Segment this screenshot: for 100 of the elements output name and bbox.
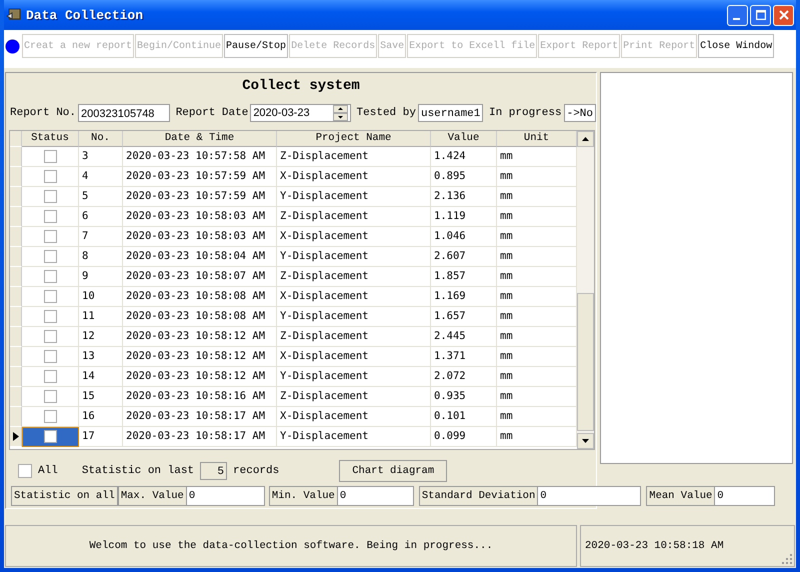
- maximize-button[interactable]: [750, 4, 771, 26]
- scrollbar[interactable]: [577, 131, 594, 449]
- table-cell: 17: [79, 427, 123, 447]
- chart-button[interactable]: Chart diagram: [339, 460, 448, 482]
- checkbox[interactable]: [44, 250, 56, 263]
- row-pointer-icon: [12, 432, 18, 441]
- table-cell: 2020-03-23 10:58:08 AM: [123, 307, 277, 327]
- table-cell: 2020-03-23 10:57:59 AM: [123, 187, 277, 207]
- table-cell: X-Displacement: [277, 287, 431, 307]
- maximize-icon: [756, 10, 766, 20]
- table-cell: 10: [79, 287, 123, 307]
- progress-field[interactable]: ->No: [564, 104, 596, 122]
- column-header[interactable]: Date & Time: [123, 131, 277, 147]
- stat-value-field[interactable]: 0: [538, 486, 642, 506]
- stat-label: Mean Value: [646, 486, 716, 506]
- checkbox[interactable]: [44, 150, 56, 163]
- stat-label: Min. Value: [268, 486, 338, 506]
- column-header[interactable]: No.: [79, 131, 123, 147]
- table-cell: 5: [79, 187, 123, 207]
- checkbox[interactable]: [44, 390, 56, 403]
- table-cell: X-Displacement: [277, 227, 431, 247]
- table-cell: 2020-03-23 10:58:12 AM: [123, 347, 277, 367]
- table-cell: 6: [79, 207, 123, 227]
- table-cell: Z-Displacement: [277, 387, 431, 407]
- scroll-down-button[interactable]: [577, 433, 594, 449]
- table-cell: 2020-03-23 10:58:17 AM: [123, 427, 277, 447]
- checkbox[interactable]: [44, 350, 56, 363]
- table-cell: 0.935: [431, 387, 497, 407]
- count-field[interactable]: 5: [200, 462, 228, 480]
- table-cell: X-Displacement: [277, 407, 431, 427]
- checkbox[interactable]: [44, 330, 56, 343]
- resize-grip-icon: [782, 554, 792, 564]
- table-cell: 1.371: [431, 347, 497, 367]
- checkbox[interactable]: [44, 170, 56, 183]
- table-cell: 7: [79, 227, 123, 247]
- checkbox[interactable]: [44, 430, 56, 443]
- scroll-thumb[interactable]: [577, 293, 594, 431]
- scroll-up-button[interactable]: [577, 131, 594, 147]
- heading: Collect system: [241, 78, 361, 94]
- table-cell: 3: [79, 147, 123, 167]
- table-cell: 2020-03-23 10:58:12 AM: [123, 327, 277, 347]
- checkbox[interactable]: [44, 370, 56, 383]
- checkbox[interactable]: [44, 290, 56, 303]
- checkbox[interactable]: [44, 410, 56, 423]
- up-arrow-icon: [582, 137, 589, 141]
- date-picker[interactable]: 2020-03-23: [250, 104, 351, 122]
- column-header[interactable]: Project Name: [277, 131, 431, 147]
- checkbox[interactable]: [44, 210, 56, 223]
- status-message: Welcom to use the data-collection software. Being in progress...: [5, 525, 577, 567]
- table-cell: 1.169: [431, 287, 497, 307]
- table-cell: Y-Displacement: [277, 367, 431, 387]
- table-cell: 9: [79, 267, 123, 287]
- column-header[interactable]: Status: [22, 131, 79, 147]
- field-label: Report No.: [10, 107, 76, 119]
- table-cell: 16: [79, 407, 123, 427]
- row-header[interactable]: [10, 427, 22, 447]
- table-cell: 2.136: [431, 187, 497, 207]
- toolbar-button[interactable]: Close Window: [698, 34, 774, 58]
- toolbar-button[interactable]: Pause/Stop: [224, 34, 288, 58]
- down-arrow-icon: [582, 439, 589, 443]
- table-cell: 1.424: [431, 147, 497, 167]
- field-label: Report Date: [176, 107, 248, 119]
- column-header[interactable]: Value: [431, 131, 497, 147]
- table-cell: 12: [79, 327, 123, 347]
- status-time: 2020-03-23 10:58:18 AM: [585, 540, 724, 552]
- status-dot-icon: [5, 38, 20, 54]
- table-cell: X-Displacement: [277, 167, 431, 187]
- minimize-icon: [732, 18, 740, 20]
- stat-label: Standard Deviation: [418, 486, 538, 506]
- checkbox[interactable]: [44, 190, 56, 203]
- table-cell: Z-Displacement: [277, 147, 431, 167]
- spinner-icon: [332, 105, 348, 121]
- stat-value-field[interactable]: 0: [186, 486, 265, 506]
- table-cell: 1.857: [431, 267, 497, 287]
- table-cell: 2020-03-23 10:58:16 AM: [123, 387, 277, 407]
- table-cell: 1.657: [431, 307, 497, 327]
- report-number-field[interactable]: 200323105748: [78, 104, 170, 122]
- table-cell: 4: [79, 167, 123, 187]
- table-cell: 1.046: [431, 227, 497, 247]
- table-cell: Z-Displacement: [277, 267, 431, 287]
- stat-value-field[interactable]: 0: [338, 486, 414, 506]
- table-cell: Y-Displacement: [277, 427, 431, 447]
- table-cell: Z-Displacement: [277, 207, 431, 227]
- close-button[interactable]: [773, 4, 794, 26]
- table-cell: 0.101: [431, 407, 497, 427]
- checkbox[interactable]: [44, 270, 56, 283]
- checkbox[interactable]: [44, 310, 56, 323]
- minimize-button[interactable]: [727, 4, 748, 26]
- table-cell: 2.072: [431, 367, 497, 387]
- stat-label: Statistic on all: [11, 486, 118, 506]
- checkbox[interactable]: [44, 230, 56, 243]
- table-cell: Y-Displacement: [277, 307, 431, 327]
- checkbox[interactable]: [18, 464, 32, 478]
- table-cell: 13: [79, 347, 123, 367]
- table-cell: 2020-03-23 10:57:59 AM: [123, 167, 277, 187]
- table-cell: 1.119: [431, 207, 497, 227]
- tester-field[interactable]: username1: [418, 104, 483, 122]
- stat-value-field[interactable]: 0: [715, 486, 776, 506]
- table-cell: 2.445: [431, 327, 497, 347]
- table-cell: 2020-03-23 10:58:03 AM: [123, 207, 277, 227]
